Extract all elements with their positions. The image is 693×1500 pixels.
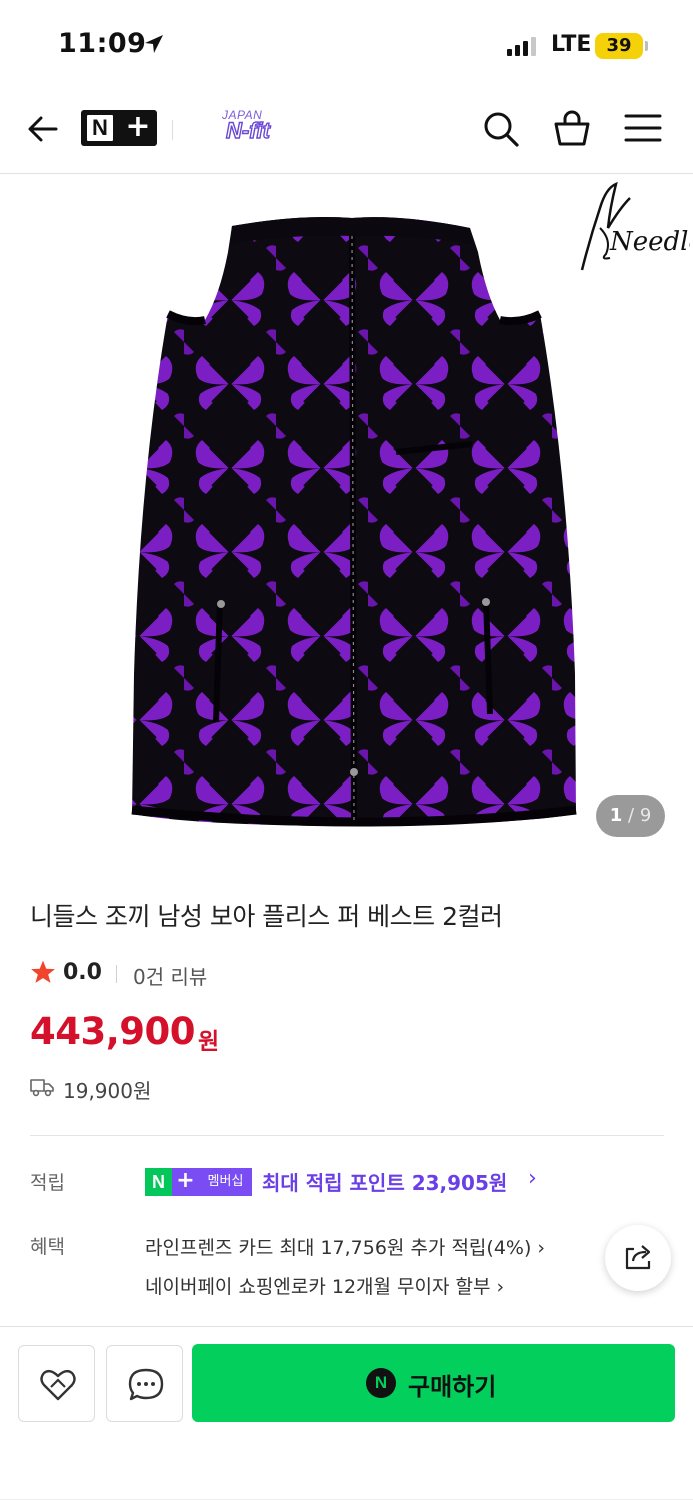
wishlist-button[interactable]	[18, 1345, 95, 1422]
battery-nub	[645, 41, 648, 51]
price-unit: 원	[198, 1029, 220, 1055]
store-logo[interactable]: JAPAN N-fit	[208, 108, 298, 148]
image-counter-current: 1	[609, 805, 623, 826]
needles-brand-text: Needles	[609, 227, 690, 257]
network-label: LTE	[551, 32, 592, 57]
image-counter-separator: /	[628, 805, 635, 826]
nav-header: N + JAPAN N-fit	[0, 92, 693, 174]
product-image-gallery[interactable]: Needles 1 / 9	[0, 174, 693, 854]
benefit-label: 혜택	[30, 1236, 65, 1258]
star-icon	[31, 960, 55, 983]
buy-button[interactable]: N 구매하기	[192, 1344, 675, 1422]
nplus-plus: +	[125, 109, 151, 144]
section-divider	[30, 1135, 664, 1136]
search-icon[interactable]	[482, 110, 520, 148]
membership-badge-text: 멤버십	[199, 1168, 252, 1196]
location-arrow-icon	[145, 35, 163, 53]
status-bar: 11:09 LTE 39	[0, 0, 693, 92]
points-label: 적립	[30, 1172, 65, 1194]
battery-icon: 39	[595, 33, 643, 59]
heart-icon	[40, 1369, 76, 1401]
share-button[interactable]	[605, 1225, 671, 1291]
shopping-bag-icon[interactable]	[552, 109, 592, 149]
buy-button-label: 구매하기	[408, 1373, 497, 1401]
truck-icon	[30, 1079, 54, 1097]
status-time: 11:09	[58, 28, 147, 59]
review-count[interactable]: 0건 리뷰	[133, 961, 207, 990]
shipping-fee: 19,900원	[63, 1079, 152, 1103]
points-chevron[interactable]: ›	[528, 1166, 537, 1191]
benefit-card-link[interactable]: 라인프렌즈 카드 최대 17,756원 추가 적립(4%) ›	[145, 1233, 545, 1260]
nav-divider	[172, 120, 173, 140]
price-amount: 443,900	[30, 1010, 196, 1053]
nplus-n: N	[87, 115, 113, 141]
hamburger-menu-icon[interactable]	[624, 112, 662, 144]
product-title: 니들스 조끼 남성 보아 플리스 퍼 베스트 2컬러	[30, 902, 503, 931]
store-logo-bottom: N-fit	[225, 117, 270, 143]
rating-divider	[116, 965, 117, 983]
chat-bubble-icon	[128, 1368, 164, 1401]
max-points-link[interactable]: 최대 적립 포인트 23,905원	[262, 1167, 507, 1196]
membership-badge-plus: +	[172, 1168, 199, 1196]
back-arrow-icon[interactable]	[26, 112, 60, 146]
needles-brand-logo: Needles	[580, 181, 690, 271]
nplus-logo[interactable]: N +	[81, 110, 157, 146]
talk-talk-button[interactable]	[106, 1345, 183, 1422]
rating-score: 0.0	[63, 960, 102, 985]
image-counter-total: 9	[639, 805, 652, 826]
benefit-installment-link[interactable]: 네이버페이 쇼핑엔로카 12개월 무이자 할부 ›	[145, 1272, 504, 1299]
bottom-action-bar: N 구매하기	[0, 1326, 693, 1500]
signal-icon	[507, 37, 536, 56]
membership-badge-n: N	[145, 1168, 172, 1196]
share-icon	[625, 1245, 651, 1270]
battery-level: 39	[606, 35, 632, 56]
naver-n-icon: N	[366, 1368, 396, 1398]
image-counter: 1 / 9	[596, 795, 665, 837]
